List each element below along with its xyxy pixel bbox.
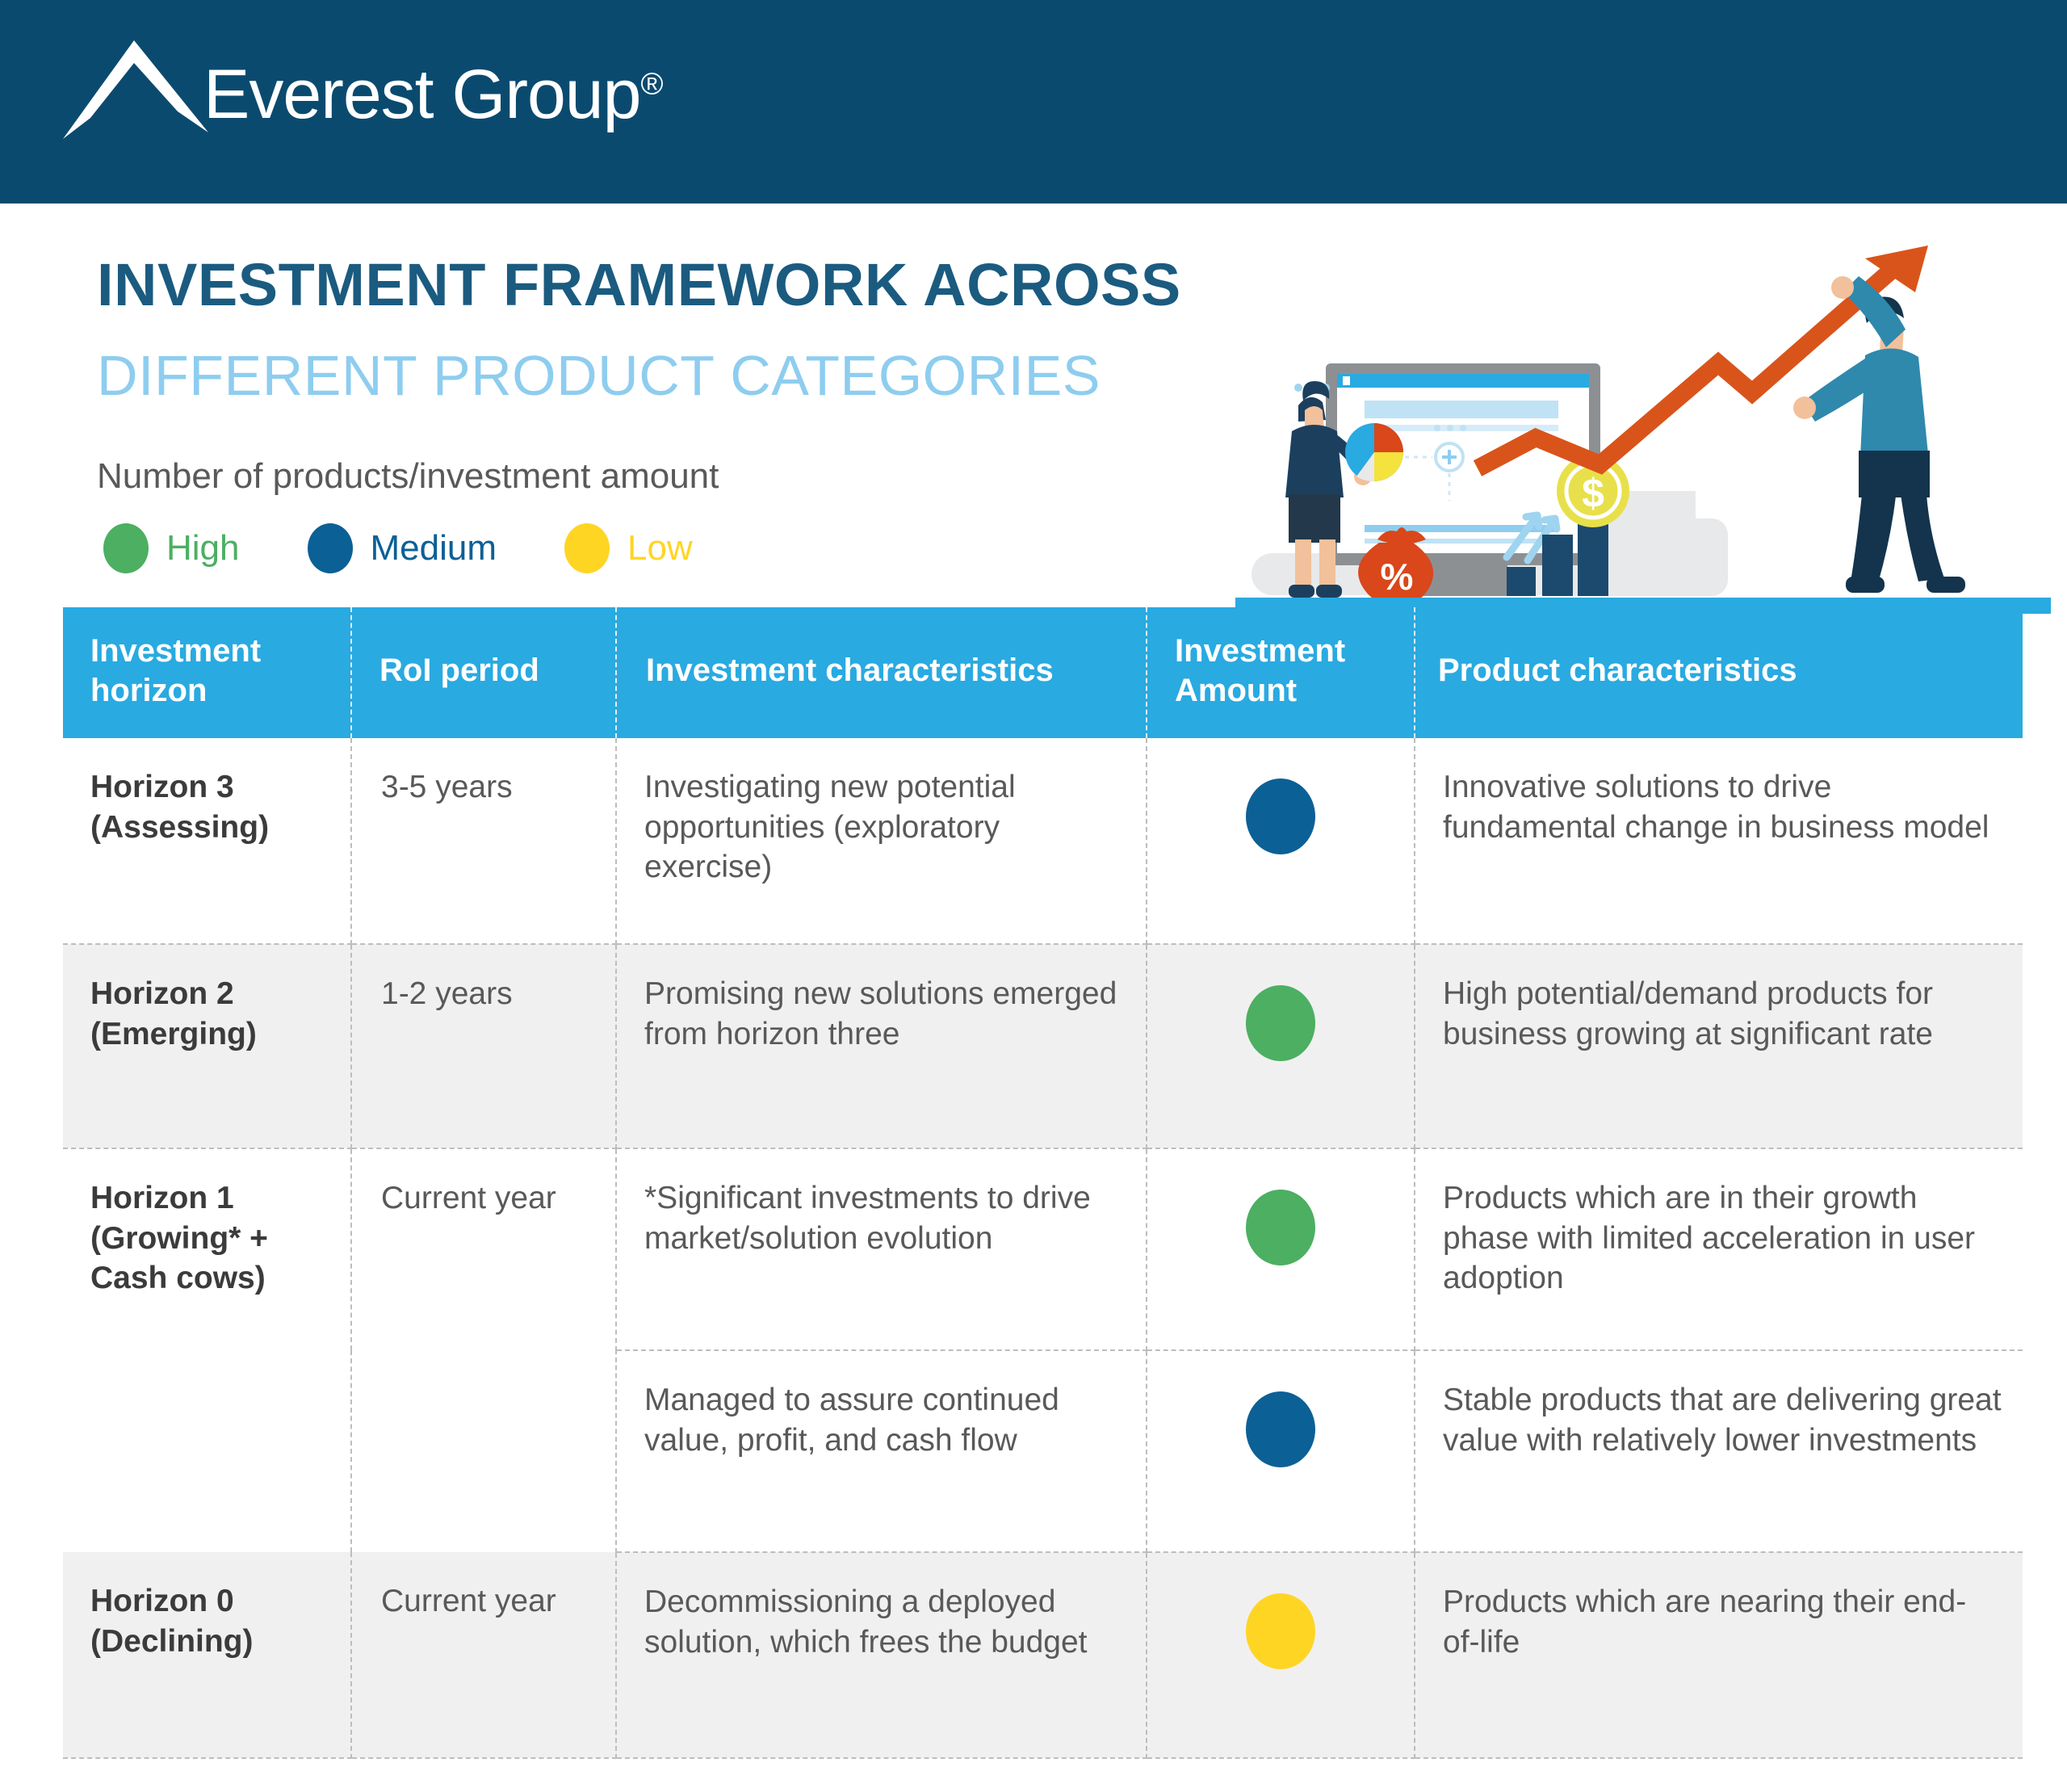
- cell-investment-amount: [1147, 944, 1415, 1148]
- column-header-investment-amount: Investment Amount: [1147, 607, 1415, 738]
- brand-logo[interactable]: Everest Group®: [57, 27, 573, 165]
- legend-label-high: High: [166, 528, 240, 569]
- legend-dot-high: [103, 523, 149, 573]
- legend-label-medium: Medium: [371, 528, 497, 569]
- pie-chart-icon: [1345, 423, 1403, 481]
- table-row: Horizon 3 (Assessing) 3-5 years Investig…: [63, 738, 2023, 944]
- cell-investment-amount: [1147, 1148, 1415, 1350]
- cell-investment-characteristics: Investigating new potential opportunitie…: [616, 738, 1147, 944]
- investment-amount-dot-high: [1246, 1190, 1315, 1265]
- cell-investment-characteristics: *Significant investments to drive market…: [616, 1148, 1147, 1350]
- column-header-investment-characteristics: Investment characteristics: [616, 607, 1147, 738]
- investment-framework-table: Investment horizon RoI period Investment…: [63, 607, 2023, 1759]
- cell-product-characteristics: Innovative solutions to drive fundamenta…: [1415, 738, 2023, 944]
- column-header-roi-period-label: RoI period: [352, 651, 615, 690]
- cell-investment-horizon: Horizon 3 (Assessing): [63, 738, 351, 944]
- table-row: Horizon 0 (Declining) Current year Decom…: [63, 1552, 2023, 1758]
- column-header-investment-horizon: Investment horizon: [63, 607, 351, 738]
- column-header-roi-period: RoI period: [351, 607, 616, 738]
- header-bar: Everest Group®: [0, 0, 2067, 204]
- cell-investment-amount: [1147, 1552, 1415, 1758]
- legend-item-low: Low: [564, 523, 693, 573]
- business-growth-illustration: % $: [1235, 234, 2051, 614]
- legend-caption: Number of products/investment amount: [97, 456, 719, 497]
- column-header-investment-characteristics-label: Investment characteristics: [617, 651, 1146, 690]
- legend-item-high: High: [103, 523, 240, 573]
- table-row: Horizon 2 (Emerging) 1-2 years Promising…: [63, 944, 2023, 1148]
- cell-investment-characteristics: Decommissioning a deployed solution, whi…: [616, 1552, 1147, 1758]
- cell-investment-horizon: Horizon 0 (Declining): [63, 1552, 351, 1758]
- cell-roi-period: 1-2 years: [351, 944, 616, 1148]
- cell-investment-characteristics: Promising new solutions emerged from hor…: [616, 944, 1147, 1148]
- legend-label-low: Low: [627, 528, 693, 569]
- brand-name-text: Everest Group: [203, 56, 640, 133]
- cell-investment-horizon: Horizon 2 (Emerging): [63, 944, 351, 1148]
- column-header-product-characteristics-label: Product characteristics: [1415, 651, 2023, 690]
- cell-roi-period: 3-5 years: [351, 738, 616, 944]
- page-title-line2: DIFFERENT PRODUCT CATEGORIES: [97, 343, 1101, 408]
- registered-mark: ®: [640, 67, 662, 101]
- mountain-peak-icon: [57, 34, 210, 147]
- svg-text:%: %: [1381, 556, 1414, 598]
- cell-roi-period: Current year: [351, 1148, 616, 1552]
- svg-text:$: $: [1582, 471, 1604, 516]
- cell-product-characteristics: Stable products that are delivering grea…: [1415, 1350, 2023, 1552]
- investment-amount-dot-low: [1246, 1593, 1315, 1669]
- legend: High Medium Low: [103, 523, 693, 573]
- column-header-investment-amount-label: Investment Amount: [1147, 632, 1414, 711]
- table-header-row: Investment horizon RoI period Investment…: [63, 607, 2023, 738]
- column-header-investment-horizon-label: Investment horizon: [63, 632, 350, 711]
- table-row: Horizon 1 (Growing* + Cash cows) Current…: [63, 1148, 2023, 1350]
- column-header-product-characteristics: Product characteristics: [1415, 607, 2023, 738]
- cell-investment-characteristics: Managed to assure continued value, profi…: [616, 1350, 1147, 1552]
- brand-name: Everest Group®: [203, 55, 662, 135]
- page-title-line1: INVESTMENT FRAMEWORK ACROSS: [97, 250, 1181, 319]
- cell-investment-amount: [1147, 738, 1415, 944]
- cell-roi-period: Current year: [351, 1552, 616, 1758]
- legend-item-medium: Medium: [308, 523, 497, 573]
- investment-amount-dot-medium: [1246, 1391, 1315, 1467]
- legend-dot-low: [564, 523, 610, 573]
- cell-product-characteristics: Products which are in their growth phase…: [1415, 1148, 2023, 1350]
- cell-product-characteristics: High potential/demand products for busin…: [1415, 944, 2023, 1148]
- cell-investment-horizon: Horizon 1 (Growing* + Cash cows): [63, 1148, 351, 1552]
- investment-amount-dot-high: [1246, 985, 1315, 1061]
- cell-product-characteristics: Products which are nearing their end-of-…: [1415, 1552, 2023, 1758]
- cell-investment-amount: [1147, 1350, 1415, 1552]
- legend-dot-medium: [308, 523, 353, 573]
- investment-amount-dot-medium: [1246, 778, 1315, 854]
